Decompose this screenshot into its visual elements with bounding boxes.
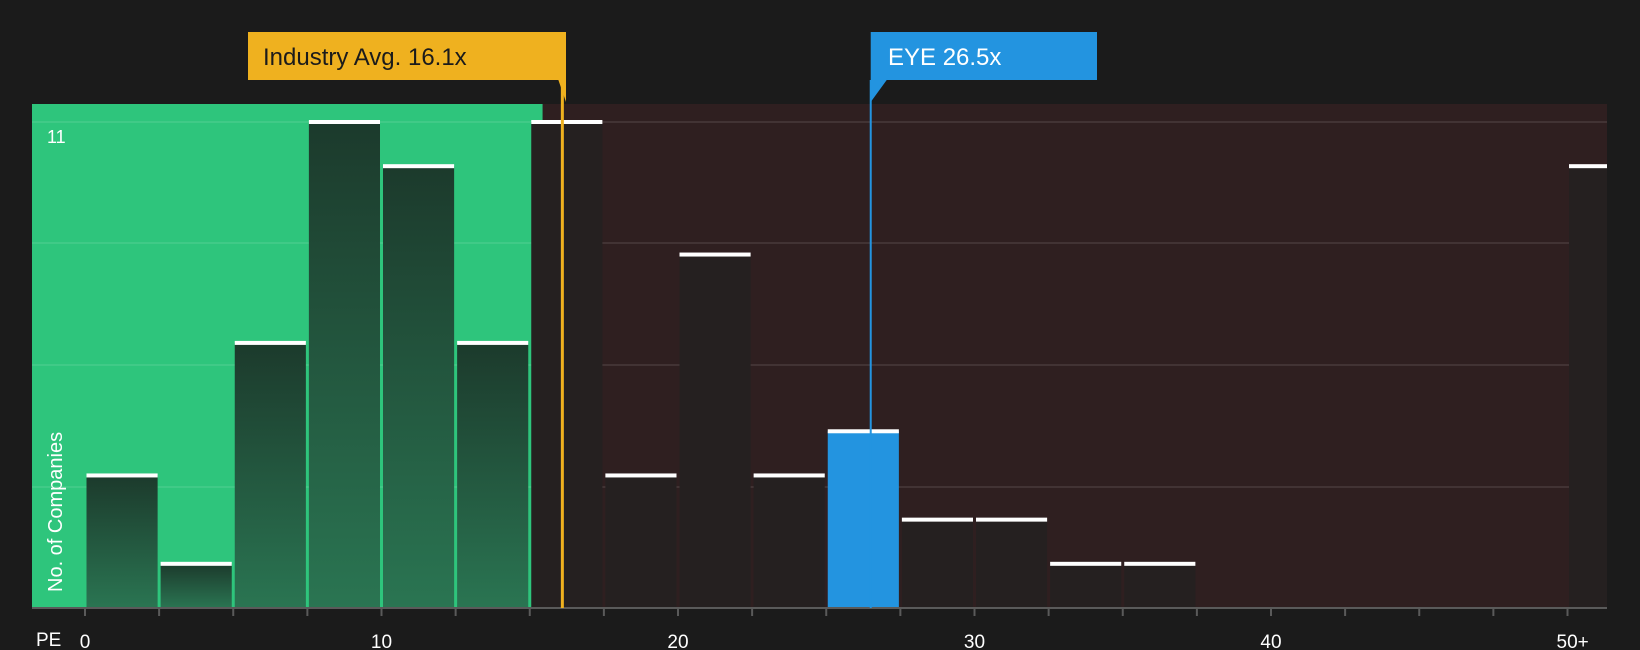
bar-top-cap: [1124, 561, 1196, 566]
histogram-bar: [86, 475, 158, 608]
x-tick-label: 40: [1260, 632, 1281, 650]
histogram-bar: [679, 254, 751, 608]
x-tick-label: 0: [80, 632, 91, 650]
histogram-bar: [160, 563, 232, 608]
histogram-bar: [753, 475, 825, 608]
bar-top-cap: [234, 340, 306, 345]
eye-label: EYE 26.5x: [888, 44, 1001, 71]
bar-top-cap: [308, 120, 380, 124]
bar-top-cap: [160, 561, 232, 566]
x-axis-label: PE: [36, 630, 61, 650]
bar-top-cap: [383, 164, 455, 169]
bar-top-cap: [976, 517, 1048, 522]
histogram-bar: [308, 122, 380, 608]
x-tick-label: 50+: [1557, 632, 1589, 650]
bar-top-cap: [1569, 164, 1607, 169]
bar-top-cap: [901, 517, 973, 522]
histogram-bar: [383, 166, 455, 608]
y-tick-label-max: 11: [47, 127, 66, 147]
histogram-bar: [605, 475, 677, 608]
histogram-bar: [531, 122, 603, 608]
histogram-bar: [1050, 563, 1122, 608]
bar-top-cap: [1050, 561, 1122, 566]
bar-top-cap: [457, 340, 529, 345]
industry-avg-label: Industry Avg. 16.1x: [263, 44, 467, 71]
bar-top-cap: [753, 473, 825, 478]
x-tick-label: 30: [964, 632, 985, 650]
x-tick-label: 10: [371, 632, 392, 650]
pe-distribution-chart: 0 10 20 30 40 50+ Industry Avg. 16.1x EYE 26.5…: [32, 32, 1608, 650]
bar-top-cap: [679, 252, 751, 257]
bar-top-cap: [531, 120, 603, 124]
bar-top-cap: [605, 473, 677, 478]
histogram-bar: [457, 342, 529, 608]
histogram-bar: [234, 342, 306, 608]
bar-top-cap: [86, 473, 158, 478]
histogram-bar: [901, 519, 973, 608]
bar-top-cap: [827, 429, 899, 434]
x-tick-label: 20: [667, 632, 688, 650]
histogram-bar: [976, 519, 1048, 608]
y-axis-label: No. of Companies: [45, 432, 67, 592]
bar-highlight-eye: [827, 431, 899, 608]
histogram-bar: [1569, 166, 1607, 608]
histogram-bar: [1124, 563, 1196, 608]
